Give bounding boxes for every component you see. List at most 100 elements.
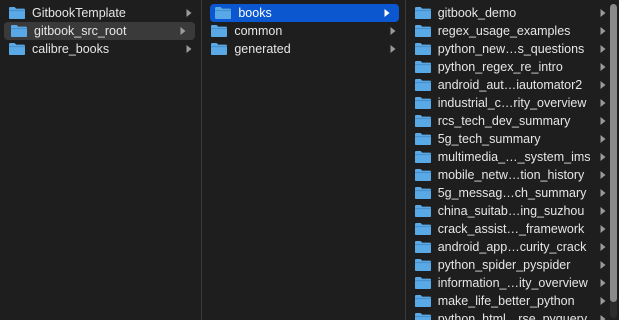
folder-row[interactable]: rcs_tech_dev_summary [406,112,619,130]
folder-icon [414,25,431,37]
folder-name: generated [234,42,291,56]
folder-row[interactable]: regex_usage_examples [406,22,619,40]
chevron-right-icon [600,261,606,269]
chevron-right-icon [600,279,606,287]
folder-name: common [234,24,283,38]
folder-name: GitbookTemplate [32,6,126,20]
folder-row[interactable]: multimedia_…_system_ims [406,148,619,166]
folder-row[interactable]: mobile_netw…tion_history [406,166,619,184]
column-3[interactable]: gitbook_demo regex_usage_examples python_n… [406,0,619,320]
chevron-right-icon [600,135,606,143]
folder-row[interactable]: industrial_c…rity_overview [406,94,619,112]
chevron-right-icon [600,315,606,320]
folder-name: python_html…rse_pyquery [437,312,588,320]
folder-icon [414,169,431,181]
folder-row[interactable]: crack_assist…_framework [406,220,619,238]
folder-name: books [238,6,272,20]
folder-icon [414,295,431,307]
folder-name: rcs_tech_dev_summary [437,114,571,128]
folder-icon [11,25,27,37]
folder-row[interactable]: generated [202,40,404,58]
folder-icon [414,187,431,199]
chevron-right-icon [600,63,606,71]
scrollbar-thumb[interactable] [610,4,617,302]
folder-icon [9,43,25,55]
chevron-right-icon [390,45,396,53]
folder-row[interactable]: android_app…curity_crack [406,238,619,256]
folder-icon [414,97,431,109]
chevron-right-icon [600,81,606,89]
folder-row[interactable]: books [210,4,399,22]
chevron-right-icon [600,153,606,161]
chevron-right-icon [186,45,192,53]
folder-name: python_new…s_questions [437,42,585,56]
folder-icon [414,115,431,127]
folder-row[interactable]: GitbookTemplate [0,4,201,22]
folder-row[interactable]: python_regex_re_intro [406,58,619,76]
folder-icon [414,7,431,19]
folder-icon [414,277,431,289]
column-3-list: gitbook_demo regex_usage_examples python_n… [406,0,619,320]
folder-name: gitbook_demo [437,6,517,20]
folder-name: android_aut…iautomator2 [437,78,583,92]
column-1-list: GitbookTemplate gitbook_src_root calibre_b… [0,0,201,58]
folder-icon [414,205,431,217]
folder-icon [414,313,431,320]
folder-icon [414,133,431,145]
folder-icon [414,259,431,271]
folder-icon [414,151,431,163]
folder-row[interactable]: china_suitab…ing_suzhou [406,202,619,220]
column-1[interactable]: GitbookTemplate gitbook_src_root calibre_b… [0,0,201,320]
chevron-right-icon [186,9,192,17]
folder-icon [211,25,228,37]
chevron-right-icon [180,27,186,35]
folder-name: 5g_messag…ch_summary [437,186,587,200]
folder-name: make_life_better_python [437,294,575,308]
folder-row[interactable]: gitbook_demo [406,4,619,22]
folder-name: china_suitab…ing_suzhou [437,204,585,218]
chevron-right-icon [600,207,606,215]
folder-name: 5g_tech_summary [437,132,541,146]
folder-name: gitbook_src_root [34,24,127,38]
folder-row[interactable]: make_life_better_python [406,292,619,310]
chevron-right-icon [600,243,606,251]
folder-icon [414,223,431,235]
folder-name: regex_usage_examples [437,24,571,38]
folder-row[interactable]: 5g_tech_summary [406,130,619,148]
folder-row[interactable]: calibre_books [0,40,201,58]
chevron-right-icon [600,45,606,53]
folder-row[interactable]: python_new…s_questions [406,40,619,58]
chevron-right-icon [600,99,606,107]
folder-row[interactable]: android_aut…iautomator2 [406,76,619,94]
column-2[interactable]: books common generated [202,0,404,320]
folder-icon [414,61,431,73]
chevron-right-icon [384,9,390,17]
folder-name: android_app…curity_crack [437,240,587,254]
folder-row[interactable]: gitbook_src_root [4,22,196,40]
folder-name: calibre_books [32,42,110,56]
folder-icon [414,241,431,253]
folder-row[interactable]: python_html…rse_pyquery [406,310,619,320]
folder-icon [9,7,25,19]
folder-row[interactable]: information_…ity_overview [406,274,619,292]
chevron-right-icon [600,171,606,179]
chevron-right-icon [600,189,606,197]
column-browser: GitbookTemplate gitbook_src_root calibre_b… [0,0,619,320]
folder-name: crack_assist…_framework [437,222,585,236]
chevron-right-icon [600,117,606,125]
folder-icon [414,79,431,91]
vertical-scrollbar[interactable] [610,4,617,318]
folder-row[interactable]: common [202,22,404,40]
chevron-right-icon [600,9,606,17]
folder-name: python_spider_pyspider [437,258,571,272]
folder-row[interactable]: 5g_messag…ch_summary [406,184,619,202]
folder-icon [215,7,232,19]
chevron-right-icon [600,297,606,305]
folder-row[interactable]: python_spider_pyspider [406,256,619,274]
folder-name: python_regex_re_intro [437,60,563,74]
chevron-right-icon [390,27,396,35]
chevron-right-icon [600,27,606,35]
folder-name: information_…ity_overview [437,276,588,290]
folder-name: mobile_netw…tion_history [437,168,585,182]
folder-name: multimedia_…_system_ims [437,150,591,164]
